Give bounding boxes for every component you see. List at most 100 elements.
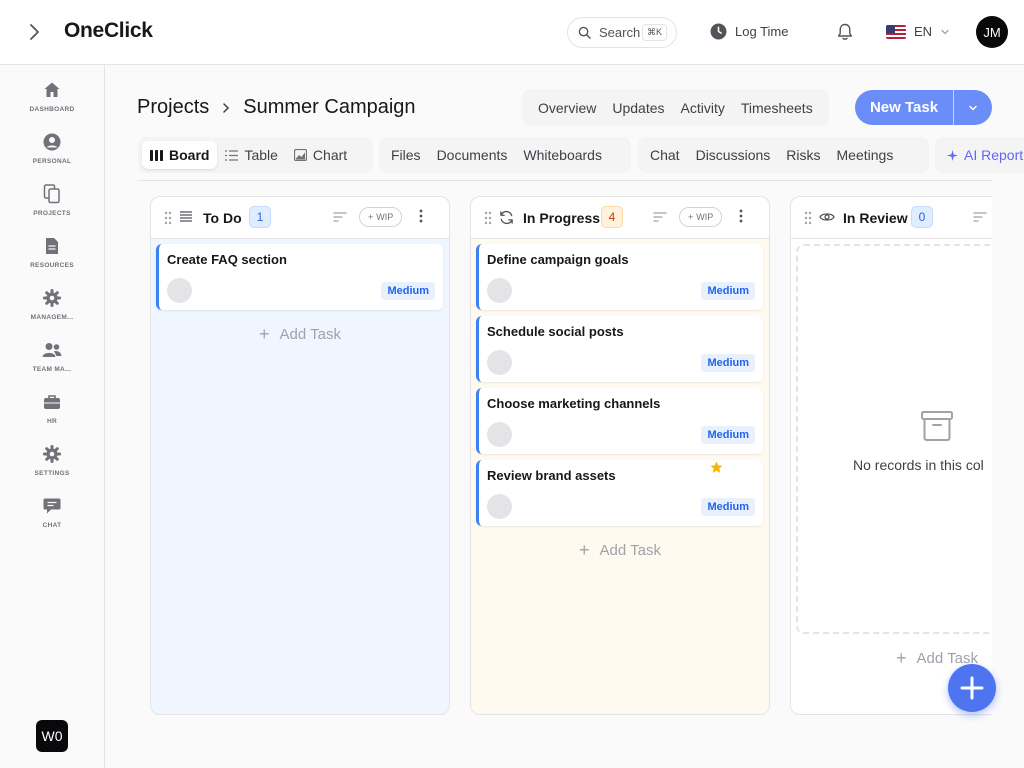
sidebar-item-chat[interactable]: CHAT <box>0 494 104 542</box>
chevron-down-icon <box>969 105 977 111</box>
sidebar-item-hr[interactable]: HR <box>0 390 104 438</box>
plus-icon: + <box>688 212 694 222</box>
sort-icon[interactable] <box>973 210 987 224</box>
column-in-progress: In Progress 4 + WIP Define campaign goals… <box>470 196 770 715</box>
wip-limit-button[interactable]: + WIP <box>679 207 723 227</box>
plus-icon <box>960 676 984 700</box>
sidebar-item-settings[interactable]: SETTINGS <box>0 442 104 490</box>
column-in-review: In Review 0 No records in this col + Add… <box>790 196 992 715</box>
task-title: Schedule social posts <box>487 324 624 339</box>
list-icon <box>225 149 239 161</box>
column-header: In Review 0 <box>791 197 992 239</box>
column-title: In Review <box>843 210 908 226</box>
tab-files[interactable]: Files <box>383 141 429 169</box>
tab-documents[interactable]: Documents <box>429 141 516 169</box>
sidebar-item-team-management[interactable]: TEAM MA... <box>0 338 104 386</box>
chart-icon <box>293 149 307 161</box>
plus-icon: + <box>259 324 270 344</box>
top-bar: OneClick Search ⌘K Log Time EN JM <box>0 0 1024 65</box>
chevron-right-icon <box>223 102 230 113</box>
tab-discussions[interactable]: Discussions <box>688 141 779 169</box>
add-task-label: Add Task <box>599 542 661 559</box>
ai-tabs: AI Report <box>935 137 1024 173</box>
new-task-button[interactable]: New Task <box>855 90 953 125</box>
more-options-icon[interactable] <box>419 209 423 223</box>
wip-limit-button[interactable]: + WIP <box>359 207 403 227</box>
tab-whiteboards[interactable]: Whiteboards <box>515 141 610 169</box>
assignee-avatar[interactable] <box>487 278 512 303</box>
user-avatar[interactable]: JM <box>976 16 1008 48</box>
tab-meetings[interactable]: Meetings <box>829 141 902 169</box>
search-shortcut: ⌘K <box>641 24 667 41</box>
floating-add-button[interactable] <box>948 664 996 712</box>
tab-ai-report[interactable]: AI Report <box>939 141 1024 169</box>
language-label: EN <box>914 24 933 39</box>
sparkle-icon <box>947 149 958 161</box>
more-options-icon[interactable] <box>739 209 743 223</box>
gear-icon <box>42 444 62 464</box>
add-task-button[interactable]: + Add Task <box>471 540 769 561</box>
tab-chart-label: Chart <box>312 147 348 163</box>
kanban-board: To Do 1 + WIP Create FAQ section Medium +… <box>137 181 992 741</box>
gear-icon <box>42 288 62 308</box>
column-title: To Do <box>203 210 242 226</box>
log-time-label: Log Time <box>735 24 789 39</box>
sort-icon[interactable] <box>333 210 347 224</box>
breadcrumb-current: Summer Campaign <box>243 96 416 118</box>
task-card[interactable]: Create FAQ section Medium <box>156 244 443 310</box>
sidebar-item-label: MANAGEM... <box>30 314 74 321</box>
nav-timesheets[interactable]: Timesheets <box>733 100 821 116</box>
assignee-avatar[interactable] <box>167 278 192 303</box>
notification-bell-icon[interactable] <box>835 22 855 42</box>
tab-risks[interactable]: Risks <box>778 141 828 169</box>
priority-badge: Medium <box>701 282 755 300</box>
star-icon[interactable] <box>710 461 723 474</box>
eye-icon <box>819 213 835 221</box>
sidebar-item-label: HR <box>47 418 57 425</box>
sidebar-item-projects[interactable]: PROJECTS <box>0 182 104 230</box>
sidebar-item-label: DASHBOARD <box>29 106 75 113</box>
sidebar-item-management[interactable]: MANAGEM... <box>0 286 104 334</box>
sidebar-item-resources[interactable]: RESOURCES <box>0 234 104 282</box>
column-count-badge: 1 <box>249 206 271 228</box>
add-task-label: Add Task <box>279 326 341 343</box>
empty-state-text: No records in this col <box>853 457 984 473</box>
assignee-avatar[interactable] <box>487 350 512 375</box>
expand-sidebar-button[interactable] <box>22 20 46 44</box>
task-card[interactable]: Choose marketing channels Medium <box>476 388 763 454</box>
sidebar-item-label: RESOURCES <box>30 262 74 269</box>
drag-handle-icon[interactable] <box>484 211 492 225</box>
priority-badge: Medium <box>381 282 435 300</box>
drag-handle-icon[interactable] <box>804 211 812 225</box>
nav-updates[interactable]: Updates <box>604 100 672 116</box>
archive-box-icon <box>921 411 953 441</box>
nav-overview[interactable]: Overview <box>530 100 604 116</box>
new-task-dropdown-button[interactable] <box>953 90 992 125</box>
search-button[interactable]: Search ⌘K <box>567 17 677 48</box>
sort-icon[interactable] <box>653 210 667 224</box>
assignee-avatar[interactable] <box>487 422 512 447</box>
breadcrumb-projects-link[interactable]: Projects <box>137 96 209 119</box>
us-flag-icon <box>886 24 906 39</box>
document-icon <box>42 236 62 256</box>
task-card[interactable]: Review brand assets Medium <box>476 460 763 526</box>
log-time-button[interactable]: Log Time <box>710 23 788 40</box>
language-selector[interactable]: EN <box>886 24 950 39</box>
project-nav: Overview Updates Activity Timesheets <box>522 89 829 126</box>
task-card[interactable]: Define campaign goals Medium <box>476 244 763 310</box>
wip-label: WIP <box>376 212 394 222</box>
task-card[interactable]: Schedule social posts Medium <box>476 316 763 382</box>
tab-board[interactable]: Board <box>142 141 218 169</box>
tab-table[interactable]: Table <box>217 141 285 169</box>
tab-chat[interactable]: Chat <box>642 141 688 169</box>
add-task-button[interactable]: + Add Task <box>151 324 449 345</box>
column-body: No records in this col + Add Task <box>791 239 992 714</box>
sidebar-item-dashboard[interactable]: DASHBOARD <box>0 78 104 126</box>
tab-chart[interactable]: Chart <box>286 141 355 169</box>
task-title: Choose marketing channels <box>487 396 661 411</box>
nav-activity[interactable]: Activity <box>673 100 733 116</box>
drag-handle-icon[interactable] <box>164 211 172 225</box>
workspace-switcher[interactable]: W0 <box>36 720 68 752</box>
assignee-avatar[interactable] <box>487 494 512 519</box>
sidebar-item-personal[interactable]: PERSONAL <box>0 130 104 178</box>
